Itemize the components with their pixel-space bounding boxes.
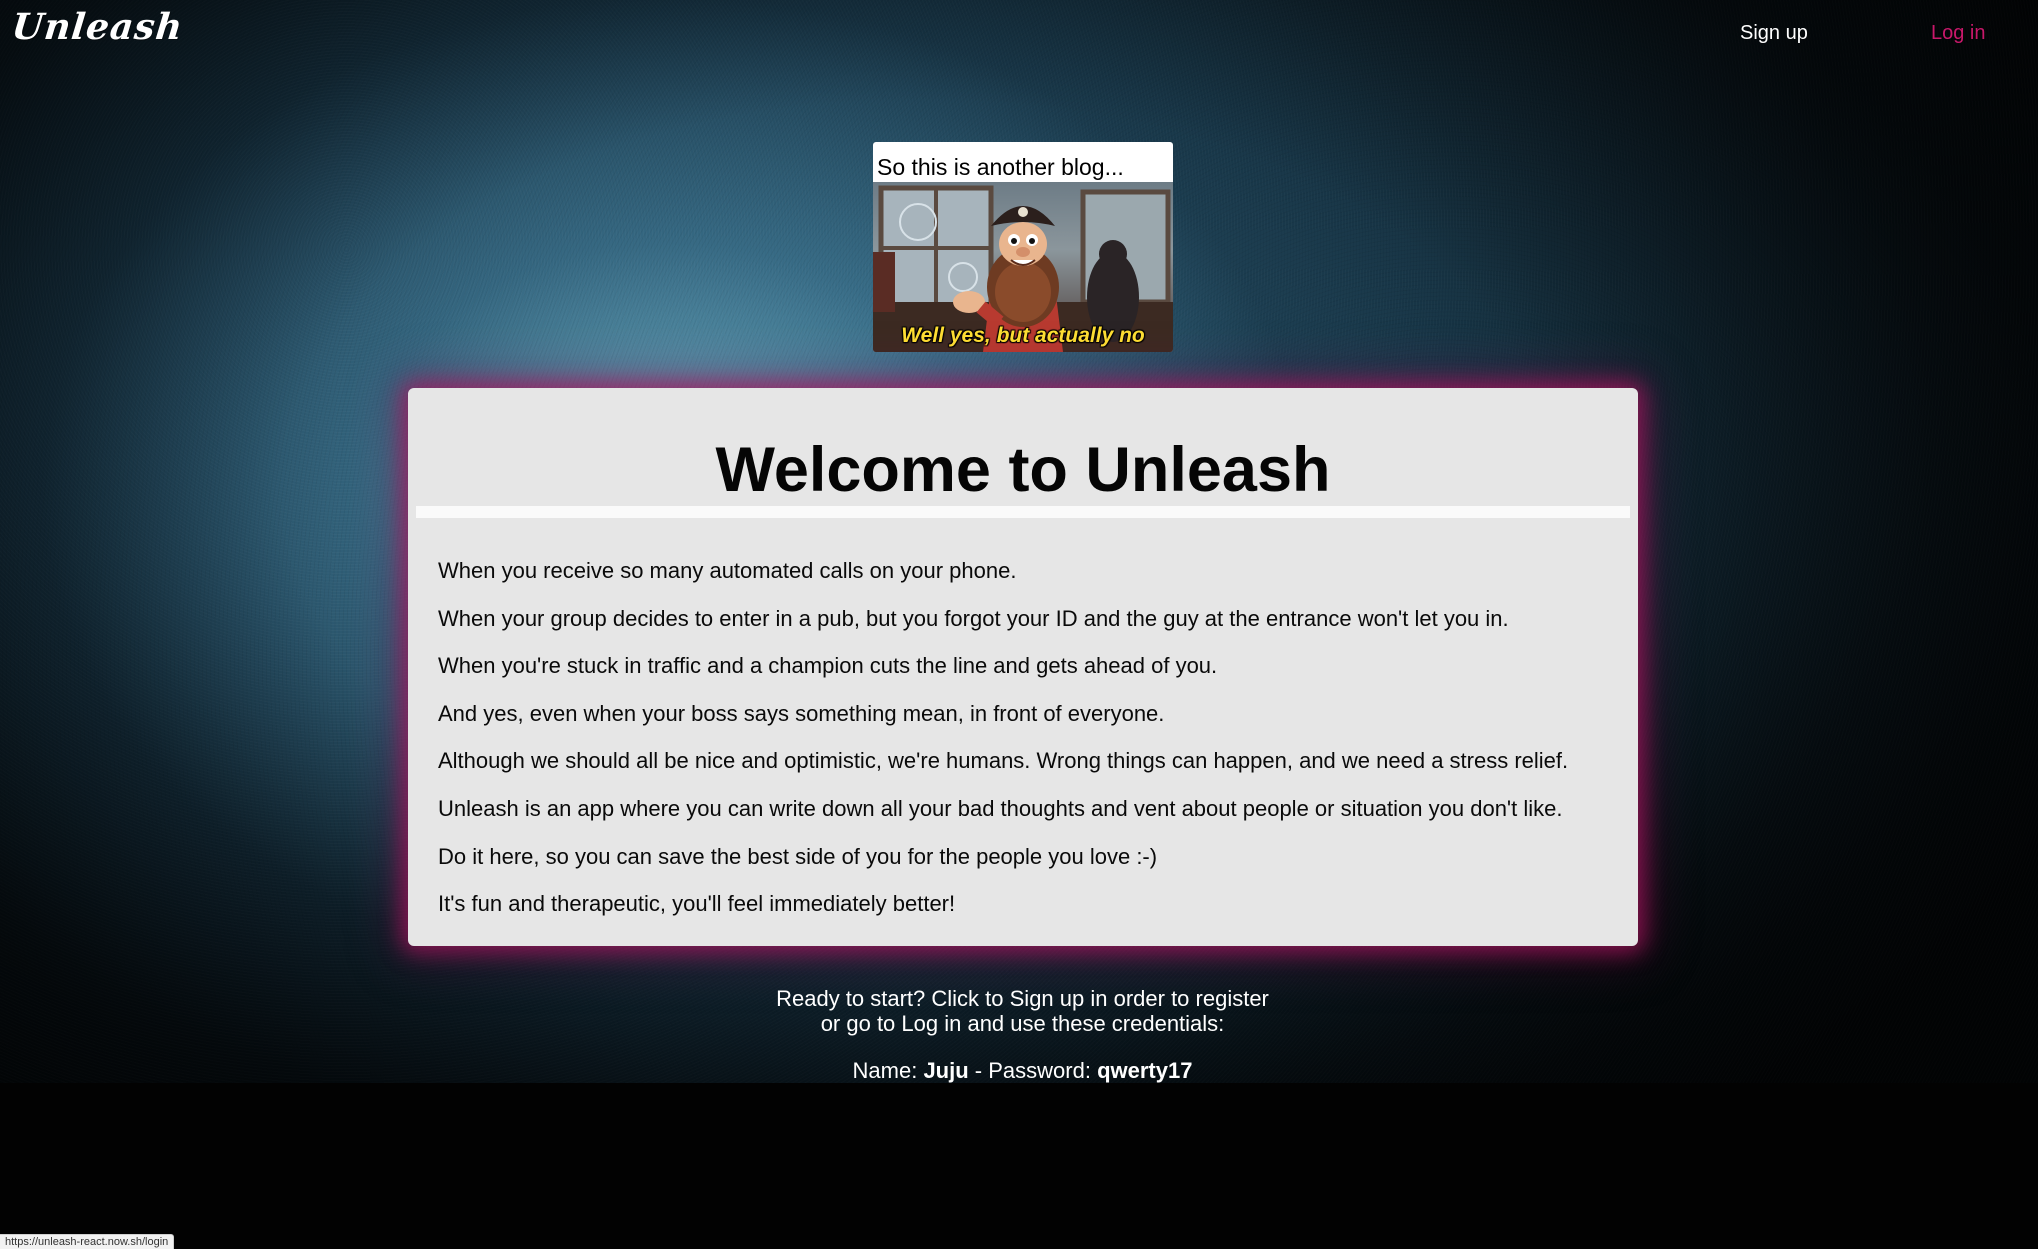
credentials-name-label: Name: [852, 1058, 918, 1083]
intro-paragraph: When you're stuck in traffic and a champ… [438, 653, 1218, 679]
credentials-password-value: qwerty17 [1097, 1058, 1193, 1083]
demo-credentials: Name: Juju - Password: qwerty17 [0, 1058, 2038, 1083]
meme-caption: So this is another blog... [877, 154, 1124, 180]
intro-paragraph: And yes, even when your boss says someth… [438, 700, 1165, 726]
meme-subtitle: Well yes, but actually no [901, 324, 1145, 347]
intro-paragraph: Unleash is an app where you can write do… [438, 795, 1563, 821]
credentials-name-value: Juju [923, 1058, 969, 1083]
meme-image: Well yes, but actually no [873, 182, 1173, 352]
intro-paragraph: When you receive so many automated calls… [438, 558, 1017, 583]
intro-paragraph: When your group decides to enter in a pu… [438, 605, 1509, 631]
cta-line-1: Ready to start? Click to Sign up in orde… [776, 986, 1269, 1011]
logo[interactable]: Unleash [10, 6, 185, 48]
status-bar-url: https://unleash-react.now.sh/login [0, 1234, 175, 1249]
intro-paragraph: Do it here, so you can save the best sid… [438, 843, 1158, 869]
intro-paragraph: Although we should all be nice and optim… [438, 748, 1569, 774]
meme-card: So this is another blog... Well yes, but… [873, 142, 1173, 352]
credentials-password-label: - Password: [974, 1058, 1091, 1083]
title-divider [416, 506, 1630, 518]
intro-paragraph: It's fun and therapeutic, you'll feel im… [438, 891, 956, 917]
login-link[interactable]: Log in [1931, 22, 1986, 45]
cta-line-2: or go to Log in and use these credential… [820, 1011, 1225, 1036]
intro-paragraphs: When you receive so many automated calls… [438, 558, 1618, 939]
call-to-action: Ready to start? Click to Sign up in orde… [0, 986, 2038, 1036]
welcome-card: Welcome to Unleash When you receive so m… [408, 388, 1638, 946]
hero-background: Unleash Sign up Log in So this is anothe… [0, 0, 2038, 1083]
welcome-title: Welcome to Unleash [715, 435, 1331, 505]
signup-link[interactable]: Sign up [1740, 22, 1808, 45]
